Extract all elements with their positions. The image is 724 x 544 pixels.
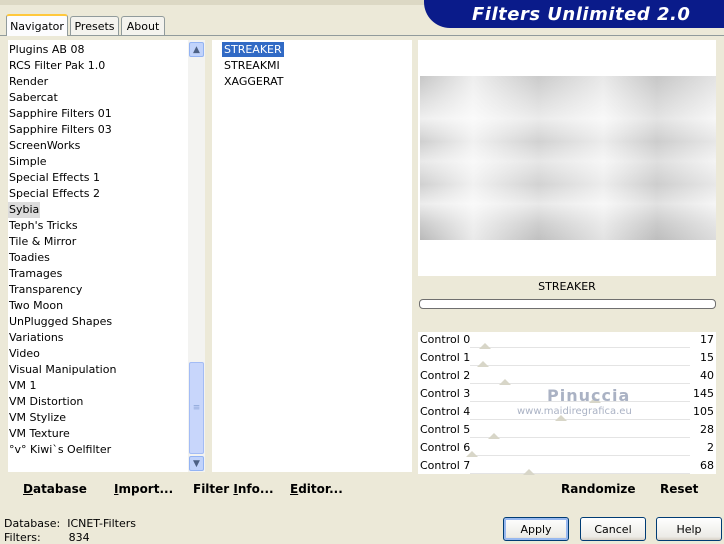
control-label: Control 6: [420, 441, 471, 454]
tab-divider: [0, 35, 724, 36]
arrow-down-icon[interactable]: ▼: [189, 456, 204, 471]
selected-filter-name: STREAKER: [538, 280, 596, 293]
category-item[interactable]: VM Texture: [8, 426, 71, 442]
apply-button[interactable]: Apply: [503, 517, 569, 541]
category-item[interactable]: Transparency: [8, 282, 83, 298]
randomize-button[interactable]: Randomize: [561, 482, 635, 496]
tab-about[interactable]: About: [121, 16, 165, 35]
filter-list[interactable]: [212, 40, 412, 472]
tab-navigator[interactable]: Navigator: [6, 14, 68, 36]
control-track[interactable]: [470, 437, 690, 438]
control-value: 17: [700, 333, 714, 346]
status-filters: Filters: 834: [4, 531, 90, 544]
category-item[interactable]: RCS Filter Pak 1.0: [8, 58, 106, 74]
watermark-url: www.maidiregrafica.eu: [517, 406, 632, 417]
category-item[interactable]: Sybia: [8, 202, 41, 218]
control-label: Control 1: [420, 351, 471, 364]
category-item[interactable]: Special Effects 1: [8, 170, 101, 186]
status-database: Database: ICNET-Filters: [4, 517, 136, 530]
category-item[interactable]: Sapphire Filters 03: [8, 122, 113, 138]
control-value: 40: [700, 369, 714, 382]
category-item[interactable]: Tramages: [8, 266, 63, 282]
control-value: 15: [700, 351, 714, 364]
help-button[interactable]: Help: [656, 517, 722, 541]
category-item[interactable]: ScreenWorks: [8, 138, 81, 154]
control-track[interactable]: [470, 365, 690, 366]
watermark-name: Pinuccia: [547, 386, 631, 405]
banner-title: Filters Unlimited 2.0: [472, 4, 691, 25]
control-track[interactable]: [470, 419, 690, 420]
preview-image: [420, 76, 716, 240]
category-item[interactable]: Simple: [8, 154, 48, 170]
category-item[interactable]: Tile & Mirror: [8, 234, 77, 250]
control-label: Control 5: [420, 423, 471, 436]
control-track[interactable]: [470, 473, 690, 474]
control-value: 145: [693, 387, 714, 400]
filter-item[interactable]: XAGGERAT: [222, 74, 285, 89]
database-button[interactable]: Database: [23, 482, 87, 496]
control-slider[interactable]: Control 6 2: [418, 439, 716, 457]
control-track[interactable]: [470, 347, 690, 348]
category-item[interactable]: Variations: [8, 330, 65, 346]
control-slider[interactable]: Control 5 28: [418, 421, 716, 439]
control-slider[interactable]: Control 7 68: [418, 457, 716, 475]
control-value: 105: [693, 405, 714, 418]
control-label: Control 7: [420, 459, 471, 472]
category-item[interactable]: VM 1: [8, 378, 38, 394]
filter-info-button[interactable]: Filter Info...: [193, 482, 274, 496]
cancel-button[interactable]: Cancel: [580, 517, 646, 541]
scrollbar-thumb[interactable]: ≡: [189, 362, 204, 454]
title-strip: [0, 0, 424, 5]
reset-button[interactable]: Reset: [660, 482, 698, 496]
category-item[interactable]: Sapphire Filters 01: [8, 106, 113, 122]
control-value: 2: [707, 441, 714, 454]
tab-presets[interactable]: Presets: [70, 16, 119, 35]
control-label: Control 4: [420, 405, 471, 418]
category-item[interactable]: VM Distortion: [8, 394, 84, 410]
control-value: 68: [700, 459, 714, 472]
category-item[interactable]: Plugins AB 08: [8, 42, 85, 58]
control-slider[interactable]: Control 1 15: [418, 349, 716, 367]
category-item[interactable]: Special Effects 2: [8, 186, 101, 202]
control-track[interactable]: [470, 455, 690, 456]
control-label: Control 0: [420, 333, 471, 346]
category-item[interactable]: Two Moon: [8, 298, 64, 314]
control-slider[interactable]: Control 0 17: [418, 331, 716, 349]
category-item[interactable]: UnPlugged Shapes: [8, 314, 113, 330]
category-item[interactable]: Render: [8, 74, 49, 90]
category-item[interactable]: Teph's Tricks: [8, 218, 79, 234]
category-item[interactable]: Sabercat: [8, 90, 59, 106]
control-knob[interactable]: [522, 469, 535, 475]
category-item[interactable]: Toadies: [8, 250, 51, 266]
control-value: 28: [700, 423, 714, 436]
control-label: Control 3: [420, 387, 471, 400]
control-label: Control 2: [420, 369, 471, 382]
filter-item[interactable]: STREAKER: [222, 42, 284, 57]
category-item[interactable]: °v° Kiwi`s Oelfilter: [8, 442, 112, 458]
import-button[interactable]: Import...: [114, 482, 173, 496]
category-item[interactable]: Visual Manipulation: [8, 362, 117, 378]
control-slider[interactable]: Control 2 40: [418, 367, 716, 385]
progress-bar: [419, 299, 716, 309]
filter-item[interactable]: STREAKMI: [222, 58, 282, 73]
category-item[interactable]: VM Stylize: [8, 410, 67, 426]
editor-button[interactable]: Editor...: [290, 482, 343, 496]
arrow-up-icon[interactable]: ▲: [189, 42, 204, 57]
category-item[interactable]: Video: [8, 346, 41, 362]
